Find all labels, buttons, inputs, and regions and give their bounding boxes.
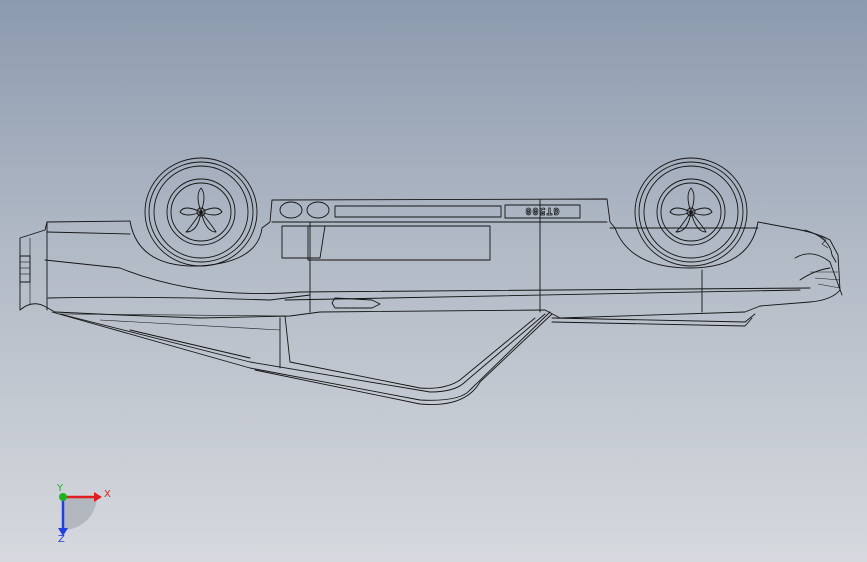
car-wireframe-model[interactable]: GT500 X Y Z bbox=[0, 0, 867, 562]
z-axis-label: Z bbox=[58, 534, 65, 545]
y-axis-label: Y bbox=[56, 483, 64, 494]
front-wheel-spokes bbox=[669, 187, 713, 233]
badge-panel: GT500 bbox=[334, 204, 581, 219]
rear-wheel bbox=[144, 157, 258, 267]
front-wheel bbox=[634, 157, 748, 267]
round-lamps bbox=[279, 201, 330, 219]
roof-glass bbox=[51, 311, 553, 405]
running-board bbox=[551, 313, 756, 327]
x-axis-label: X bbox=[104, 489, 111, 500]
tail-light bbox=[19, 255, 31, 283]
door-handle bbox=[331, 297, 381, 309]
side-panels bbox=[281, 225, 491, 261]
x-axis-arrowhead bbox=[94, 492, 102, 502]
graphics-viewport[interactable]: GT500 X Y Z bbox=[0, 0, 867, 562]
triad-plane-shading bbox=[63, 497, 97, 530]
front-nose bbox=[794, 229, 843, 296]
gt500-badge: GT500 bbox=[524, 205, 559, 216]
y-axis-dot bbox=[59, 493, 67, 501]
rear-wheel-spokes bbox=[179, 187, 223, 233]
reference-triad[interactable]: X Y Z bbox=[56, 483, 111, 545]
